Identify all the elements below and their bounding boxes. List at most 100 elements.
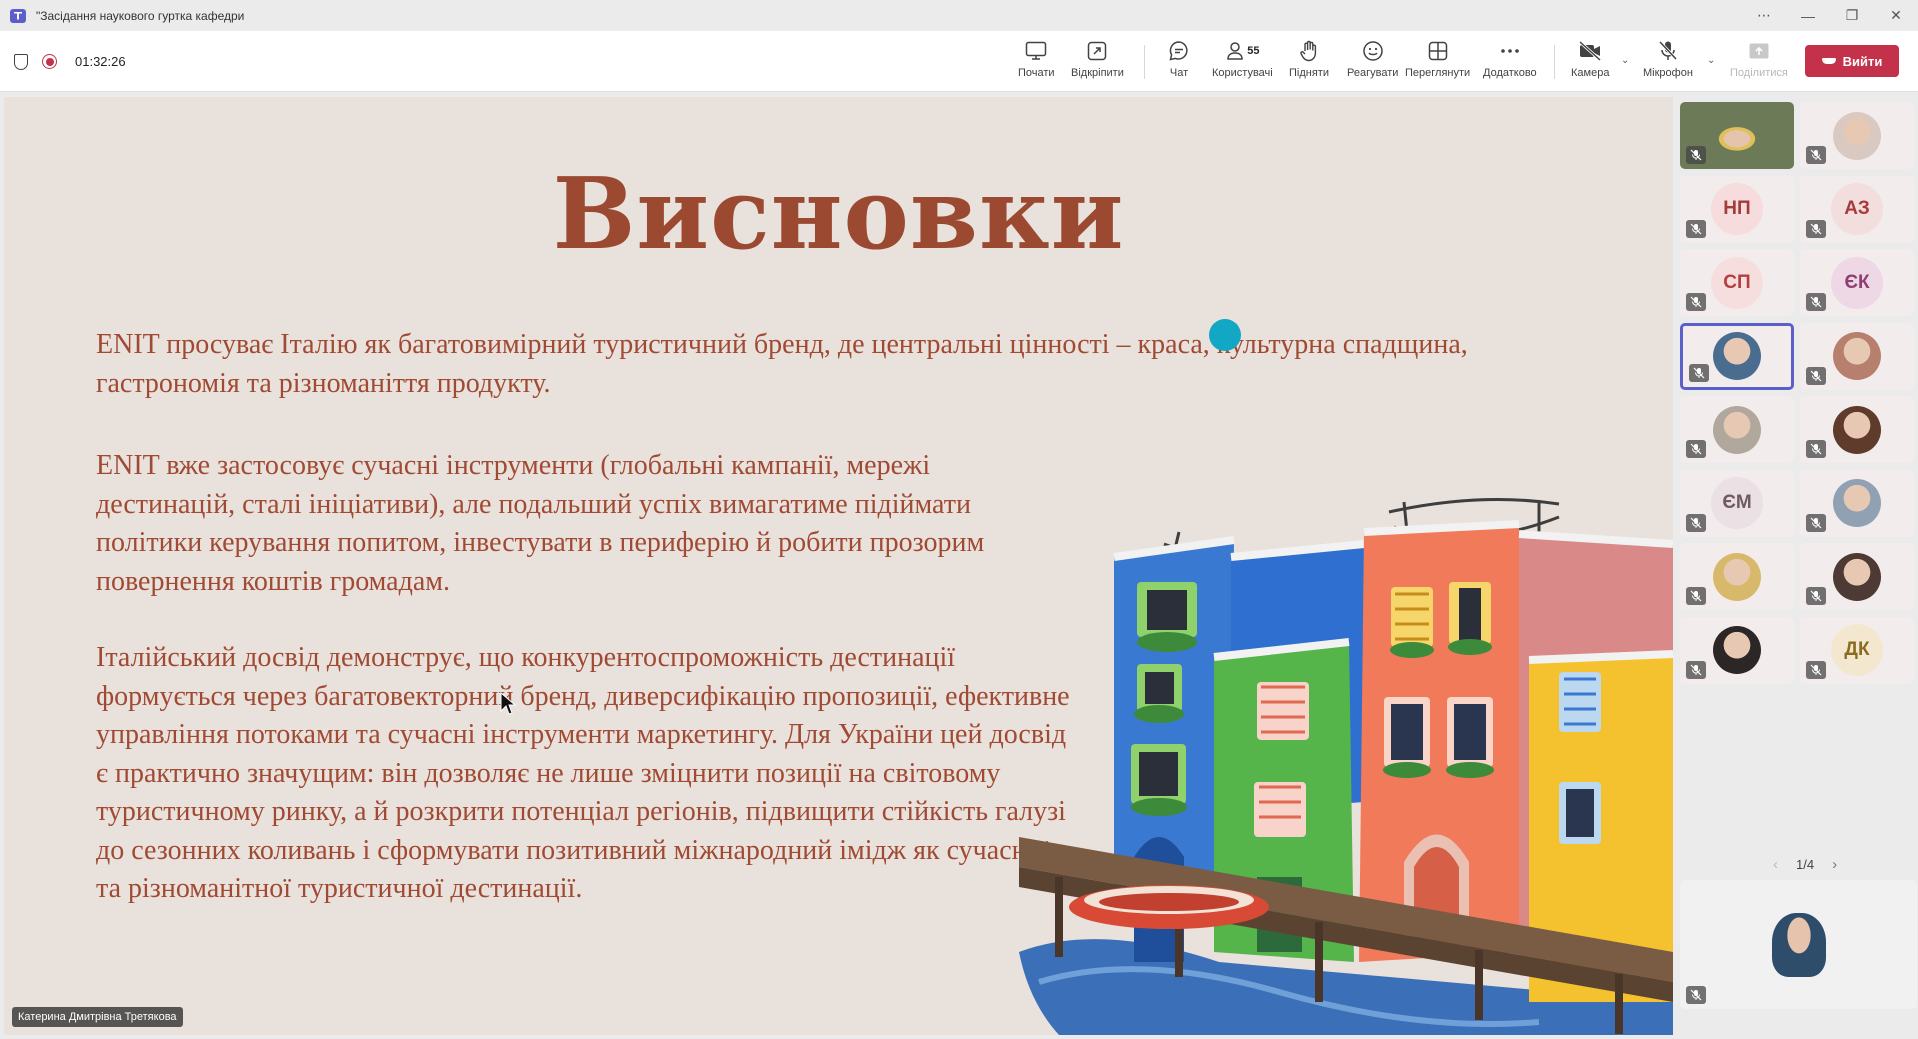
participant-initials-avatar: ЄМ xyxy=(1711,477,1763,529)
people-label: Користувачі xyxy=(1212,67,1273,79)
featured-participant-tile[interactable] xyxy=(1680,880,1917,1009)
presenter-name-tag: Катерина Дмитрівна Третякова xyxy=(12,1007,183,1027)
gallery-pager: ‹ 1/4 › xyxy=(1773,856,1837,873)
participant-photo xyxy=(1833,332,1881,380)
more-button[interactable]: Додатково xyxy=(1483,39,1537,87)
participant-initials-avatar: СП xyxy=(1711,256,1763,309)
muted-mic-icon xyxy=(1686,146,1706,164)
react-button[interactable]: Реагувати xyxy=(1347,39,1398,87)
start-button[interactable]: Почати xyxy=(1018,39,1055,87)
participant-count: 55 xyxy=(1247,45,1260,57)
share-icon xyxy=(1748,39,1770,63)
participant-tile[interactable] xyxy=(1680,322,1794,390)
minimize-icon[interactable]: — xyxy=(1786,8,1830,24)
raise-hand-button[interactable]: Підняти xyxy=(1289,39,1329,87)
participant-tile[interactable]: СП xyxy=(1680,249,1794,316)
muted-mic-icon xyxy=(1686,587,1706,605)
participant-photo xyxy=(1713,405,1761,454)
participant-tile[interactable] xyxy=(1680,543,1794,610)
mic-button[interactable]: Мікрофон xyxy=(1643,39,1693,87)
slide-paragraph-1: ENIT просуває Італію як багатовимірний т… xyxy=(96,329,1468,399)
participant-photo xyxy=(1771,912,1826,977)
camera-button[interactable]: Камера xyxy=(1571,39,1609,87)
chevron-left-icon[interactable]: ‹ xyxy=(1773,856,1778,873)
participant-tile[interactable]: АЗ xyxy=(1800,175,1914,243)
shield-icon[interactable] xyxy=(14,53,28,70)
people-button[interactable]: 55 Користувачі xyxy=(1212,39,1273,87)
more-options-icon[interactable]: ⋯ xyxy=(1742,7,1786,24)
meeting-timer: 01:32:26 xyxy=(75,54,126,69)
share-label: Поділитися xyxy=(1730,67,1788,79)
popout-label: Відкріпити xyxy=(1071,67,1124,79)
window-title: "Засідання наукового гуртка кафедри xyxy=(36,8,245,23)
muted-mic-icon xyxy=(1806,219,1826,238)
participant-initials-avatar: ЄК xyxy=(1831,256,1883,309)
participant-tile[interactable] xyxy=(1800,469,1914,537)
participant-tile[interactable]: ЄМ xyxy=(1680,469,1794,537)
mouse-cursor-icon xyxy=(500,692,516,715)
colorful-houses-illustration xyxy=(1019,498,1673,1035)
participant-tile[interactable] xyxy=(1680,102,1794,169)
slide-title: Висновки xyxy=(552,157,1125,272)
view-button[interactable]: Переглянути xyxy=(1405,39,1470,87)
participant-tile[interactable] xyxy=(1800,396,1914,463)
participant-tile[interactable] xyxy=(1800,543,1914,610)
chat-icon xyxy=(1168,39,1190,63)
muted-mic-icon xyxy=(1806,146,1826,164)
muted-mic-icon xyxy=(1806,366,1826,385)
toolbar-divider xyxy=(1554,45,1555,79)
popout-icon xyxy=(1087,39,1107,63)
phone-hangup-icon xyxy=(1821,58,1836,64)
participant-initials-avatar: ДК xyxy=(1831,624,1883,676)
participant-tile[interactable] xyxy=(1800,322,1914,390)
participant-tile[interactable]: НП xyxy=(1680,175,1794,243)
muted-mic-icon xyxy=(1686,986,1706,1004)
slide-paragraph-3: Італійський досвід демонструє, що конкур… xyxy=(96,642,1070,904)
participant-tile[interactable] xyxy=(1680,396,1794,463)
participant-tile[interactable]: ДК xyxy=(1800,616,1914,684)
muted-mic-icon xyxy=(1806,440,1826,458)
more-icon xyxy=(1500,39,1520,63)
restore-icon[interactable]: ❐ xyxy=(1830,7,1874,24)
muted-mic-icon xyxy=(1686,440,1706,458)
muted-mic-icon xyxy=(1686,293,1706,311)
recording-icon xyxy=(42,54,57,69)
participant-photo xyxy=(1833,111,1881,160)
mic-off-icon xyxy=(1658,39,1678,63)
raise-hand-label: Підняти xyxy=(1289,67,1329,79)
camera-options-chevron-icon[interactable]: ⌄ xyxy=(1621,55,1629,66)
muted-mic-icon xyxy=(1686,513,1706,532)
screen-icon xyxy=(1025,39,1047,63)
mic-label: Мікрофон xyxy=(1643,67,1693,79)
camera-off-icon xyxy=(1578,39,1602,63)
chat-button[interactable]: Чат xyxy=(1168,39,1190,87)
hand-icon xyxy=(1299,39,1319,63)
popout-button[interactable]: Відкріпити xyxy=(1071,39,1124,87)
start-label: Почати xyxy=(1018,67,1055,79)
participant-photo xyxy=(1833,405,1881,454)
participant-tile[interactable] xyxy=(1800,102,1914,169)
chevron-right-icon[interactable]: › xyxy=(1832,856,1837,873)
camera-label: Камера xyxy=(1571,67,1610,79)
toolbar-divider xyxy=(1144,45,1145,79)
teams-logo-icon xyxy=(10,8,26,23)
presentation-slide: Висновки ENIT просуває Італію як багатов… xyxy=(4,97,1673,1035)
window-titlebar: "Засідання наукового гуртка кафедри ⋯ — … xyxy=(0,0,1918,31)
meeting-toolbar: 01:32:26 Почати Відкріпити Чат 55 Корист… xyxy=(0,31,1918,92)
muted-mic-icon xyxy=(1686,660,1706,679)
share-button: Поділитися xyxy=(1730,39,1788,87)
leave-label: Вийти xyxy=(1842,53,1883,69)
muted-mic-icon xyxy=(1686,219,1706,238)
participant-tile[interactable]: ЄК xyxy=(1800,249,1914,316)
mic-options-chevron-icon[interactable]: ⌄ xyxy=(1707,55,1715,66)
shared-content-stage: Висновки ENIT просуває Італію як багатов… xyxy=(0,93,1675,1039)
leave-button[interactable]: Вийти xyxy=(1805,45,1899,77)
participant-tile[interactable] xyxy=(1680,616,1794,684)
participant-photo xyxy=(1833,552,1881,601)
chat-label: Чат xyxy=(1169,67,1189,79)
participant-photo xyxy=(1713,332,1761,380)
close-icon[interactable]: ✕ xyxy=(1874,7,1918,24)
more-label: Додатково xyxy=(1483,67,1537,79)
people-icon: 55 xyxy=(1225,39,1259,63)
muted-mic-icon xyxy=(1806,513,1826,532)
